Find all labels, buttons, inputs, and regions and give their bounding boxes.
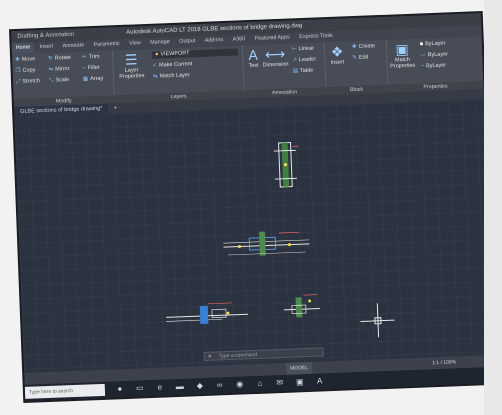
make-current-icon: ✓ bbox=[152, 62, 158, 69]
stretch-button[interactable]: ⤢ Stretch bbox=[16, 78, 40, 86]
drawing-section-middle bbox=[223, 231, 310, 256]
text-icon: A bbox=[248, 46, 259, 64]
mirror-button[interactable]: ⇋ Mirror bbox=[48, 66, 69, 74]
drawing-section-bottom-right bbox=[283, 294, 320, 318]
edit-block-icon: ✎ bbox=[352, 54, 358, 62]
infinity-app-icon[interactable]: ∞ bbox=[213, 377, 228, 394]
rotate-icon: ↻ bbox=[48, 55, 53, 62]
autocad-taskbar-icon[interactable]: A bbox=[312, 373, 327, 390]
match-layer-icon: ⇆ bbox=[152, 73, 158, 80]
leader-button[interactable]: ↗ Leader bbox=[292, 56, 316, 64]
dimension-button[interactable]: ⟷ Dimension bbox=[262, 46, 289, 69]
cursor-pickbox bbox=[374, 317, 382, 325]
match-properties-button[interactable]: ▣ Match Properties bbox=[388, 41, 417, 70]
file-explorer-icon[interactable]: ▬ bbox=[173, 379, 188, 396]
linetype-icon: ┄ bbox=[420, 63, 425, 70]
dropbox-icon[interactable]: ◆ bbox=[193, 378, 208, 395]
lineweight-dropdown[interactable]: — ByLayer bbox=[420, 51, 448, 59]
modify-panel: ✥ Move ↻ Rotate ✂ Trim ❐ Copy ⇋ Mirror ⌐ Fille… bbox=[11, 50, 115, 108]
layer-properties-button[interactable]: ☰ Layer Properties bbox=[116, 51, 147, 80]
color-dropdown[interactable]: ■ ByLayer bbox=[420, 40, 446, 48]
linetype-dropdown[interactable]: ┄ ByLayer bbox=[421, 62, 447, 70]
create-block-button[interactable]: ✚ Create bbox=[352, 43, 375, 51]
screen-bezel bbox=[484, 0, 502, 415]
edge-browser-icon[interactable]: e bbox=[153, 379, 168, 396]
layer-dropdown[interactable]: ● VIEWPORT bbox=[151, 48, 239, 59]
lineweight-icon: — bbox=[420, 52, 426, 59]
insert-button[interactable]: ❖ Insert bbox=[326, 43, 349, 66]
match-layer-button[interactable]: ⇆ Match Layer bbox=[153, 72, 190, 80]
linear-button[interactable]: ⊢ Linear bbox=[292, 46, 314, 54]
fillet-icon: ⌐ bbox=[82, 65, 86, 72]
drawing-section-top bbox=[273, 141, 299, 188]
table-button[interactable]: ▤ Table bbox=[293, 68, 314, 76]
model-space-button[interactable]: MODEL bbox=[286, 361, 313, 375]
dimension-icon: ⟷ bbox=[264, 45, 286, 63]
annotation-scale[interactable]: 1:1 / 100% bbox=[432, 356, 456, 369]
properties-panel: ▣ Match Properties ■ ByLayer — ByLayer ┄ By… bbox=[386, 36, 484, 93]
edit-block-button[interactable]: ✎ Edit bbox=[352, 54, 368, 62]
chrome-icon[interactable]: ◉ bbox=[233, 376, 248, 393]
taskbar-search-input[interactable]: Type here to search bbox=[24, 383, 106, 399]
table-icon: ▤ bbox=[292, 68, 299, 75]
copy-icon: ❐ bbox=[15, 67, 21, 75]
tab-a360[interactable]: A360 bbox=[228, 34, 249, 46]
block-panel: ❖ Insert ✚ Create ✎ Edit Block bbox=[323, 39, 389, 96]
lightbulb-icon: ● bbox=[154, 51, 159, 58]
tab-view[interactable]: View bbox=[125, 38, 145, 50]
close-icon[interactable]: ✕ bbox=[208, 353, 213, 362]
scale-button[interactable]: ⤡ Scale bbox=[49, 77, 69, 85]
command-input[interactable]: Type a command bbox=[219, 352, 258, 359]
move-icon: ✥ bbox=[15, 56, 20, 64]
store-icon[interactable]: ⌂ bbox=[252, 376, 267, 393]
annotation-panel: A Text ⟷ Dimension ⊢ Linear ↗ Leader ▤ Tabl… bbox=[241, 42, 327, 99]
leader-icon: ↗ bbox=[292, 57, 298, 64]
array-icon: ▦ bbox=[82, 76, 89, 83]
fillet-button[interactable]: ⌐ Fillet bbox=[82, 65, 99, 73]
text-button[interactable]: A Text bbox=[244, 47, 263, 70]
move-button[interactable]: ✥ Move bbox=[15, 56, 35, 64]
array-button[interactable]: ▦ Array bbox=[83, 76, 104, 84]
rotate-button[interactable]: ↻ Rotate bbox=[48, 55, 71, 63]
trim-button[interactable]: ✂ Trim bbox=[82, 54, 100, 62]
trim-icon: ✂ bbox=[82, 54, 87, 61]
microphone-icon[interactable]: ● bbox=[113, 381, 128, 398]
scale-icon: ⤡ bbox=[48, 77, 54, 84]
copy-button[interactable]: ❐ Copy bbox=[15, 67, 35, 75]
drawing-section-bottom-left bbox=[166, 302, 249, 325]
make-current-button[interactable]: ✓ Make Current bbox=[152, 61, 192, 70]
autocad-window: Drafting & Annotation Autodesk AutoCAD L… bbox=[11, 13, 495, 401]
layers-panel: ☰ Layer Properties ● VIEWPORT ✓ Make Curre… bbox=[111, 45, 245, 104]
layer-stack-icon: ☰ bbox=[124, 51, 138, 68]
photos-icon[interactable]: ▣ bbox=[292, 374, 307, 391]
tab-home[interactable]: Home bbox=[11, 42, 35, 55]
mail-icon[interactable]: ✉ bbox=[272, 375, 287, 392]
stretch-icon: ⤢ bbox=[15, 78, 21, 86]
task-view-icon[interactable]: ▭ bbox=[133, 380, 148, 397]
create-block-icon: ✚ bbox=[351, 43, 357, 51]
mirror-icon: ⇋ bbox=[48, 66, 54, 73]
color-swatch-icon: ■ bbox=[419, 41, 424, 48]
insert-block-icon: ❖ bbox=[330, 43, 344, 60]
new-tab-button[interactable]: + bbox=[110, 105, 121, 111]
tab-insert[interactable]: Insert bbox=[35, 41, 57, 53]
drawing-canvas[interactable] bbox=[14, 99, 494, 373]
match-properties-icon: ▣ bbox=[395, 40, 409, 58]
linear-icon: ⊢ bbox=[291, 46, 297, 53]
